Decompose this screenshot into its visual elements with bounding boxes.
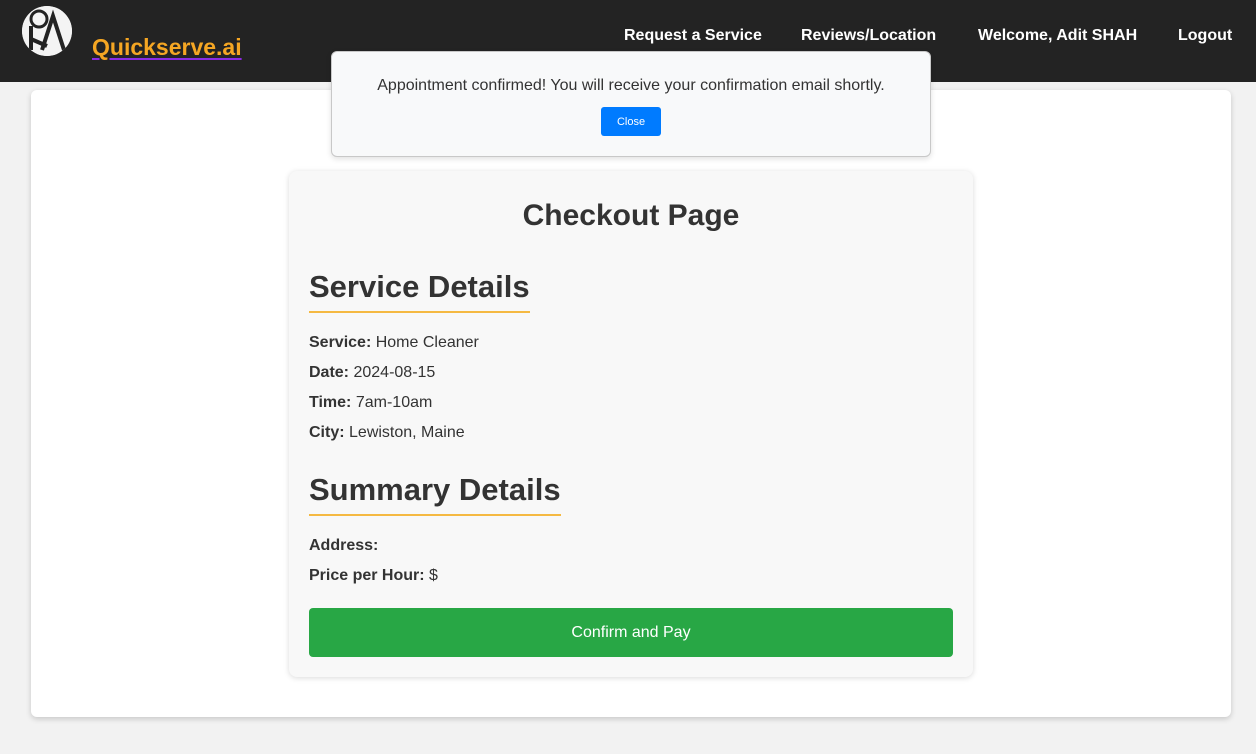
time-label: Time:	[309, 394, 352, 411]
confirmation-message: Appointment confirmed! You will receive …	[377, 77, 885, 94]
confirmation-modal: Appointment confirmed! You will receive …	[331, 51, 931, 157]
close-button[interactable]: Close	[601, 107, 661, 136]
nav-request-service[interactable]: Request a Service	[624, 27, 762, 45]
price-value: $	[429, 567, 438, 584]
checkout-card: Checkout Page Service Details Service: H…	[289, 171, 973, 677]
time-detail-row: Time: 7am-10am	[309, 394, 432, 412]
confirm-and-pay-button[interactable]: Confirm and Pay	[309, 608, 953, 657]
date-value: 2024-08-15	[353, 364, 436, 381]
service-value: Home Cleaner	[375, 334, 479, 351]
service-detail-row: Service: Home Cleaner	[309, 334, 479, 352]
quickserve-logo-icon[interactable]	[22, 6, 72, 56]
city-detail-row: City: Lewiston, Maine	[309, 424, 465, 442]
date-detail-row: Date: 2024-08-15	[309, 364, 435, 382]
city-label: City:	[309, 424, 345, 441]
price-label: Price per Hour:	[309, 567, 425, 584]
city-value: Lewiston, Maine	[349, 424, 465, 441]
address-label: Address:	[309, 537, 379, 554]
time-value: 7am-10am	[355, 394, 433, 411]
address-detail-row: Address:	[309, 537, 378, 555]
date-label: Date:	[309, 364, 350, 381]
nav-logout[interactable]: Logout	[1178, 27, 1232, 45]
page-title: Checkout Page	[522, 199, 740, 232]
price-detail-row: Price per Hour: $	[309, 567, 438, 585]
service-label: Service:	[309, 334, 372, 351]
service-details-heading: Service Details	[309, 269, 530, 313]
nav-reviews-location[interactable]: Reviews/Location	[801, 27, 936, 45]
brand-link[interactable]: Quickserve.ai	[92, 34, 242, 61]
nav-welcome-user[interactable]: Welcome, Adit SHAH	[978, 27, 1137, 45]
summary-details-heading: Summary Details	[309, 472, 561, 516]
